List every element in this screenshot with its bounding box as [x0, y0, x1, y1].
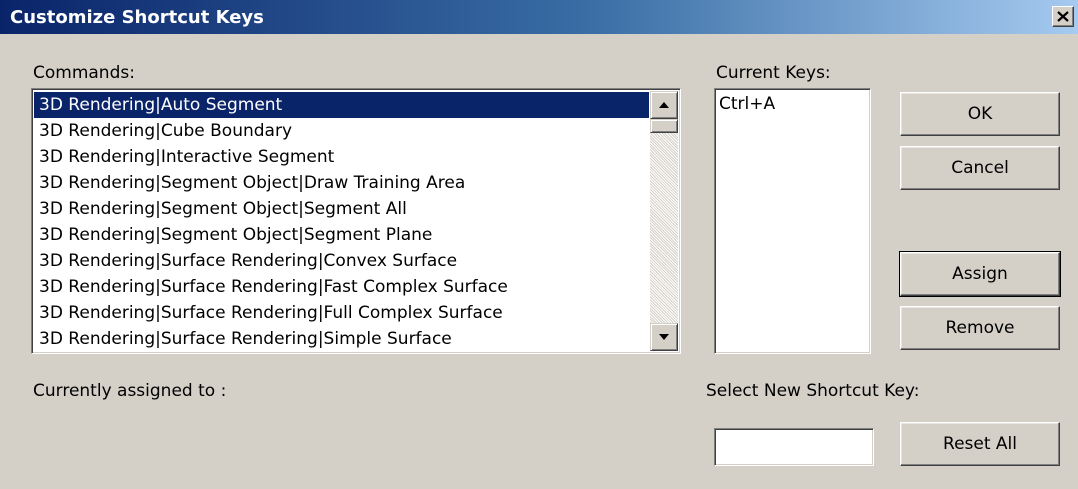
customize-shortcut-keys-dialog: Customize Shortcut Keys Commands: 3D Ren…	[0, 0, 1078, 489]
assign-button[interactable]: Assign	[899, 251, 1061, 297]
scroll-up-button[interactable]	[650, 91, 678, 119]
command-list-item[interactable]: 3D Rendering|Segment Object|Segment All	[34, 196, 649, 222]
close-button[interactable]	[1052, 6, 1074, 27]
scroll-down-button[interactable]	[650, 323, 678, 351]
title-bar[interactable]: Customize Shortcut Keys	[0, 0, 1078, 34]
commands-scrollbar[interactable]	[650, 91, 678, 351]
ok-button[interactable]: OK	[900, 92, 1060, 136]
ok-button-label: OK	[967, 104, 993, 124]
cancel-button[interactable]: Cancel	[900, 146, 1060, 190]
command-list-item[interactable]: 3D Rendering|Interactive Segment	[34, 144, 649, 170]
command-list-item[interactable]: 3D Rendering|Auto Segment	[34, 92, 649, 118]
reset-all-button[interactable]: Reset All	[900, 422, 1060, 466]
reset-all-button-label: Reset All	[943, 434, 1017, 454]
assign-button-label: Assign	[952, 264, 1008, 284]
command-list-item[interactable]: 3D Rendering|Surface Rendering|Convex Su…	[34, 248, 649, 274]
command-list-item[interactable]: 3D Rendering|Cube Boundary	[34, 118, 649, 144]
current-keys-label: Current Keys:	[716, 63, 831, 83]
remove-button[interactable]: Remove	[900, 306, 1060, 350]
command-list-item[interactable]: 3D Rendering|Surface Rendering|Simple Su…	[34, 326, 649, 352]
window-title: Customize Shortcut Keys	[10, 7, 264, 28]
command-list-item[interactable]: 3D Rendering|Segment Object|Draw Trainin…	[34, 170, 649, 196]
new-shortcut-key-field[interactable]	[714, 428, 874, 466]
triangle-down-icon	[659, 334, 669, 340]
command-list-item[interactable]: 3D Rendering|Surface Rendering|Full Comp…	[34, 300, 649, 326]
cancel-button-label: Cancel	[951, 158, 1009, 178]
new-shortcut-label: Select New Shortcut Key:	[706, 381, 920, 401]
triangle-up-icon	[659, 102, 669, 108]
command-list-item[interactable]: 3D Rendering|Segment Object|Segment Plan…	[34, 222, 649, 248]
command-list-item[interactable]: 3D Rendering|Surface Rendering|Fast Comp…	[34, 274, 649, 300]
currently-assigned-label: Currently assigned to :	[33, 381, 227, 401]
current-keys-listbox[interactable]: Ctrl+A	[714, 88, 871, 354]
commands-listbox[interactable]: 3D Rendering|Auto Segment 3D Rendering|Cu…	[31, 88, 681, 354]
scroll-thumb[interactable]	[650, 119, 678, 133]
current-key-item[interactable]: Ctrl+A	[719, 94, 775, 114]
commands-list-items: 3D Rendering|Auto Segment 3D Rendering|Cu…	[34, 92, 649, 352]
commands-label: Commands:	[33, 63, 135, 83]
remove-button-label: Remove	[945, 318, 1015, 338]
close-icon	[1057, 11, 1069, 22]
